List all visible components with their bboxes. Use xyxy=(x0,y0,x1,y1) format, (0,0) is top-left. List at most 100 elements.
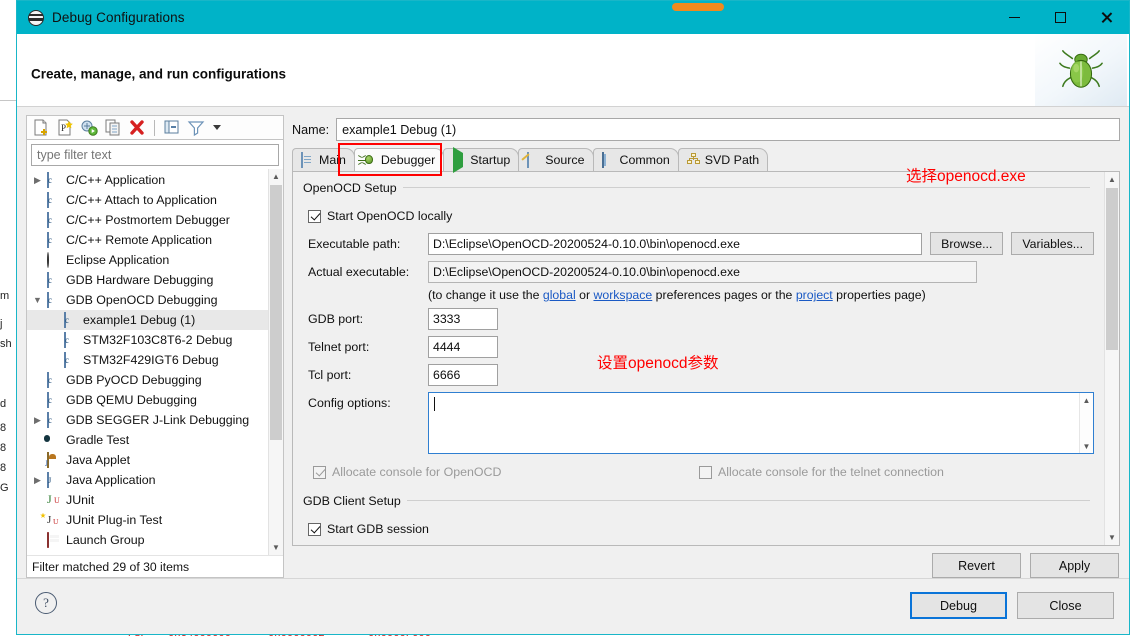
delete-icon[interactable] xyxy=(127,118,147,137)
chevron-right-icon[interactable]: ▶ xyxy=(30,476,45,485)
c-file-icon xyxy=(62,333,79,348)
tree-twisty-placeholder xyxy=(30,376,45,385)
view-menu-caret-icon[interactable] xyxy=(213,125,221,130)
bg-fragment: 8 xyxy=(0,442,6,454)
start-openocd-locally-checkbox[interactable] xyxy=(308,210,321,223)
tree-item[interactable]: Eclipse Application xyxy=(27,250,268,270)
apply-button[interactable]: Apply xyxy=(1030,553,1119,578)
revert-button[interactable]: Revert xyxy=(932,553,1021,578)
config-options-row: Config options: ▲ ▼ xyxy=(308,392,1094,454)
tab-debugger[interactable]: Debugger xyxy=(354,148,444,171)
tab-source[interactable]: Source xyxy=(518,148,593,171)
start-gdb-session-row[interactable]: Start GDB session xyxy=(308,519,1094,539)
close-button[interactable] xyxy=(1083,1,1129,34)
tree-item[interactable]: ▶ C/C++ Application xyxy=(27,170,268,190)
tree-item[interactable]: Gradle Test xyxy=(27,430,268,450)
svd-hierarchy-icon xyxy=(686,153,700,167)
duplicate-icon[interactable] xyxy=(103,118,123,137)
minimize-button[interactable] xyxy=(991,1,1037,34)
scroll-up-icon[interactable]: ▲ xyxy=(1105,172,1119,187)
hint-suffix: properties page) xyxy=(833,288,926,302)
tree-item[interactable]: Launch Group xyxy=(27,530,268,550)
debugger-form: OpenOCD Setup Start OpenOCD locally Exec… xyxy=(293,172,1104,545)
gdb-port-row: GDB port: 3333 xyxy=(308,308,1094,330)
hint-prefix: (to change it use the xyxy=(428,288,543,302)
tree-item[interactable]: ▼GDB OpenOCD Debugging xyxy=(27,290,268,310)
common-panel-icon xyxy=(601,153,615,167)
collapse-all-icon[interactable] xyxy=(162,118,182,137)
tree-item[interactable]: STM32F103C8T6-2 Debug xyxy=(27,330,268,350)
tree-scrollbar[interactable]: ▲ ▼ xyxy=(268,169,283,555)
scroll-down-icon[interactable]: ▼ xyxy=(269,540,283,555)
tree-item[interactable]: GDB PyOCD Debugging xyxy=(27,370,268,390)
project-properties-link[interactable]: project xyxy=(796,288,833,302)
allocate-console-openocd-checkbox[interactable] xyxy=(313,466,326,479)
close-button-footer[interactable]: Close xyxy=(1017,592,1114,619)
filter-icon[interactable] xyxy=(186,118,206,137)
start-gdb-session-checkbox[interactable] xyxy=(308,523,321,536)
allocate-console-telnet-row[interactable]: Allocate console for the telnet connecti… xyxy=(699,462,944,482)
tree-item-label: GDB SEGGER J-Link Debugging xyxy=(66,413,249,427)
config-options-textarea[interactable]: ▲ ▼ xyxy=(428,392,1094,454)
allocate-console-openocd-row[interactable]: Allocate console for OpenOCD xyxy=(313,462,699,482)
tree-item[interactable]: JUnit Plug-in Test xyxy=(27,510,268,530)
tab-main[interactable]: Main xyxy=(292,148,355,171)
tree-item[interactable]: C/C++ Postmortem Debugger xyxy=(27,210,268,230)
telnet-port-input[interactable]: 4444 xyxy=(428,336,498,358)
configuration-editor-panel: Name: Main xyxy=(292,115,1120,578)
tcl-port-input[interactable]: 6666 xyxy=(428,364,498,386)
global-preferences-link[interactable]: global xyxy=(543,288,576,302)
executable-path-input[interactable]: D:\Eclipse\OpenOCD-20200524-0.10.0\bin\o… xyxy=(428,233,922,255)
allocate-console-telnet-checkbox[interactable] xyxy=(699,466,712,479)
tree-item-label: Java Application xyxy=(66,473,156,487)
chevron-down-icon[interactable]: ▼ xyxy=(30,296,45,305)
tree-item[interactable]: ▶ Java Application xyxy=(27,470,268,490)
new-prototype-icon[interactable]: P xyxy=(55,118,75,137)
allocate-console-openocd-label: Allocate console for OpenOCD xyxy=(332,465,501,479)
config-options-text[interactable] xyxy=(429,393,1079,453)
tree-item[interactable]: GDB QEMU Debugging xyxy=(27,390,268,410)
tree-item[interactable]: Java Applet xyxy=(27,450,268,470)
variables-button[interactable]: Variables... xyxy=(1011,232,1094,255)
tree-item[interactable]: GDB Hardware Debugging xyxy=(27,270,268,290)
filter-status-text: Filter matched 29 of 30 items xyxy=(27,555,283,577)
c-file-icon xyxy=(45,213,62,228)
chevron-right-icon[interactable]: ▶ xyxy=(30,416,45,425)
configuration-name-input[interactable] xyxy=(336,118,1120,141)
tree-item-label: GDB QEMU Debugging xyxy=(66,393,197,407)
tree-item-label: C/C++ Attach to Application xyxy=(66,193,217,207)
scroll-up-icon[interactable]: ▲ xyxy=(1080,393,1093,407)
tree-item[interactable]: JUnit xyxy=(27,490,268,510)
tree-item[interactable]: example1 Debug (1) xyxy=(27,310,268,330)
workspace-preferences-link[interactable]: workspace xyxy=(593,288,652,302)
tab-startup[interactable]: Startup xyxy=(443,148,519,171)
browse-button[interactable]: Browse... xyxy=(930,232,1003,255)
help-question-icon[interactable]: ? xyxy=(35,592,57,614)
tree-item-label: C/C++ Application xyxy=(66,173,165,187)
header-logo xyxy=(1035,34,1127,106)
filter-input[interactable] xyxy=(31,144,279,166)
tree-item[interactable]: ▶ GDB SEGGER J-Link Debugging xyxy=(27,410,268,430)
debug-button[interactable]: Debug xyxy=(910,592,1007,619)
tree-item[interactable]: STM32F429IGT6 Debug xyxy=(27,350,268,370)
scroll-down-icon[interactable]: ▼ xyxy=(1105,530,1119,545)
gdb-port-input[interactable]: 3333 xyxy=(428,308,498,330)
tree-item[interactable]: C/C++ Attach to Application xyxy=(27,190,268,210)
tab-svd-path[interactable]: SVD Path xyxy=(678,148,768,171)
form-scrollbar[interactable]: ▲ ▼ xyxy=(1104,172,1119,545)
tree-item[interactable]: C/C++ Remote Application xyxy=(27,230,268,250)
new-launch-group-icon[interactable] xyxy=(79,118,99,137)
maximize-button[interactable] xyxy=(1037,1,1083,34)
tree-scroll-thumb[interactable] xyxy=(270,185,282,440)
tab-common[interactable]: Common xyxy=(593,148,679,171)
bg-fragment: sh xyxy=(0,338,12,350)
c-file-icon xyxy=(45,293,62,308)
scroll-up-icon[interactable]: ▲ xyxy=(269,169,283,184)
new-launch-configuration-icon[interactable] xyxy=(31,118,51,137)
scroll-down-icon[interactable]: ▼ xyxy=(1080,439,1093,453)
start-openocd-locally-row[interactable]: Start OpenOCD locally xyxy=(308,206,1094,226)
form-scroll-thumb[interactable] xyxy=(1106,188,1118,350)
tab-label: Common xyxy=(620,153,670,167)
config-options-scrollbar[interactable]: ▲ ▼ xyxy=(1079,393,1093,453)
chevron-right-icon[interactable]: ▶ xyxy=(30,176,45,185)
